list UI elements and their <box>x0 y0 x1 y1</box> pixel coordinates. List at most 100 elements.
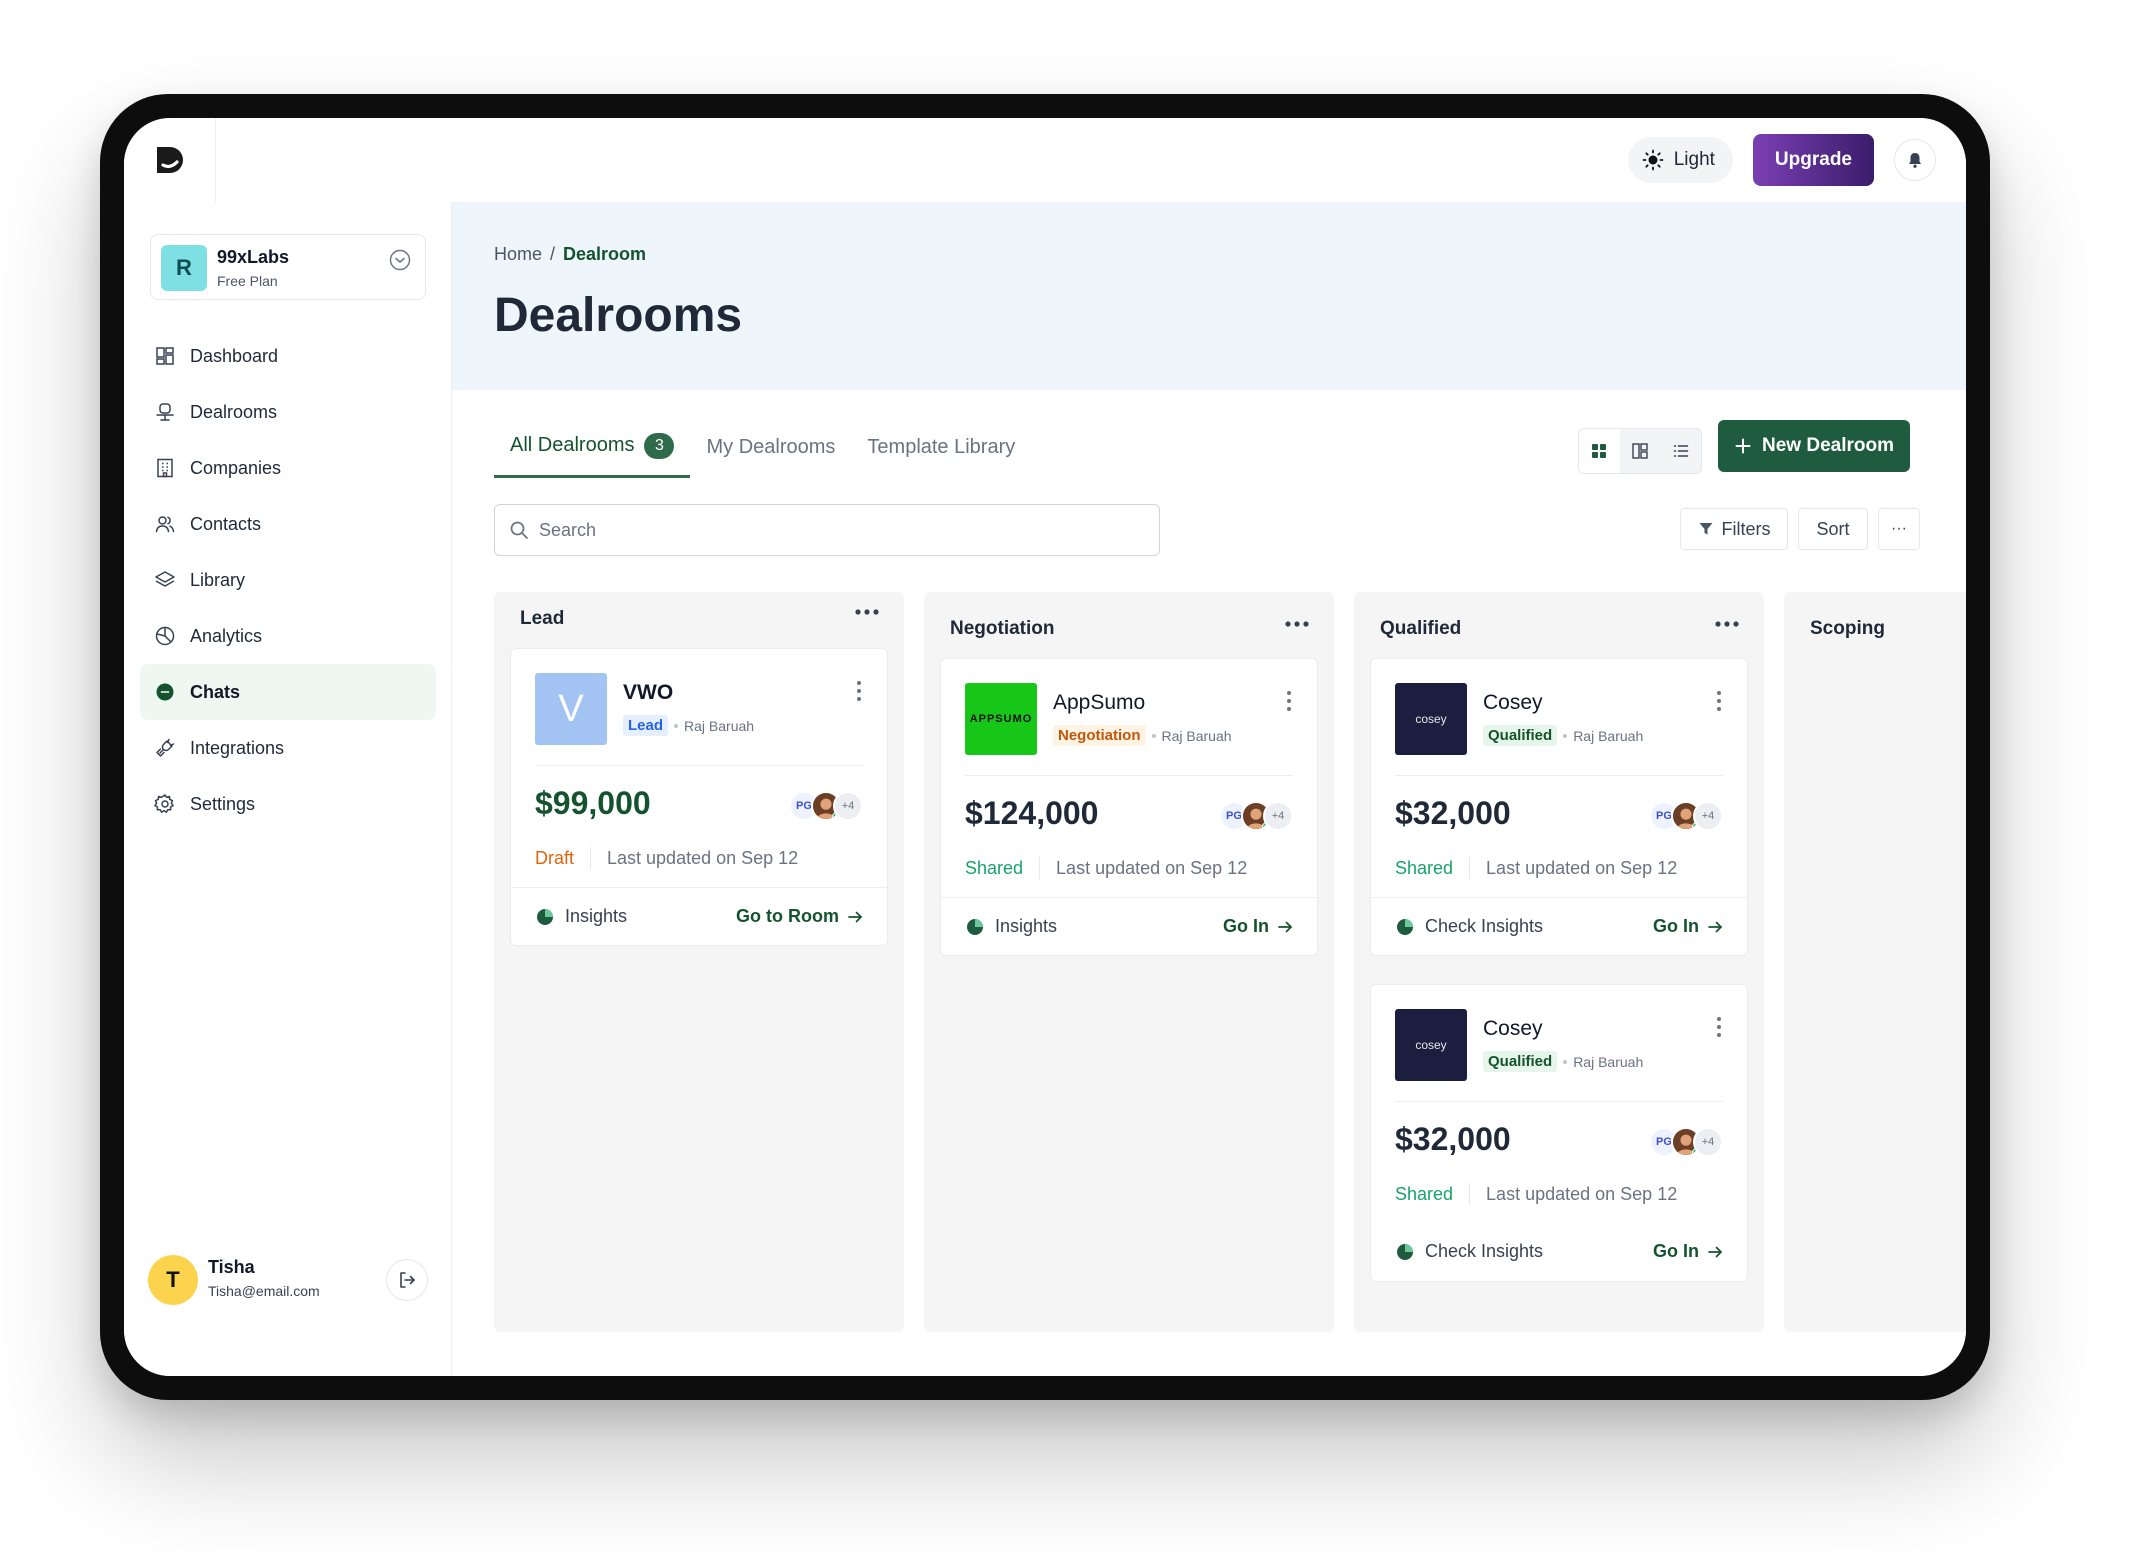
owner-name: Raj Baruah <box>684 717 755 734</box>
card-status: Shared Last updated on Sep 12 <box>965 857 1247 879</box>
company-logo: APPSUMO <box>965 683 1037 755</box>
insights-link[interactable]: Insights <box>535 906 627 927</box>
sidebar-item-dealrooms[interactable]: Dealrooms <box>140 384 436 440</box>
chat-icon <box>156 683 174 701</box>
notifications-button[interactable] <box>1894 139 1936 181</box>
logo-text: cosey <box>1415 1038 1447 1052</box>
card-divider <box>1395 775 1723 776</box>
company-logo: cosey <box>1395 683 1467 755</box>
go-in-link[interactable]: Go In <box>1653 1241 1723 1262</box>
breadcrumb-home[interactable]: Home <box>494 244 542 265</box>
meta-separator <box>1563 733 1568 738</box>
chevron-down-icon <box>389 249 411 271</box>
company-logo: cosey <box>1395 1009 1467 1081</box>
stage-badge: Qualified <box>1483 1051 1558 1072</box>
app-logo[interactable] <box>124 118 216 202</box>
new-dealroom-label: New Dealroom <box>1762 435 1894 456</box>
column-menu-icon[interactable] <box>1282 614 1312 634</box>
meta-separator <box>674 723 679 728</box>
sidebar-item-integrations[interactable]: Integrations <box>140 720 436 776</box>
owner-name: Raj Baruah <box>1573 1053 1644 1070</box>
filters-button[interactable]: Filters <box>1680 508 1788 550</box>
last-updated: Last updated on Sep 12 <box>1486 857 1678 878</box>
insights-link[interactable]: Check Insights <box>1395 1241 1543 1262</box>
go-in-link[interactable]: Go In <box>1653 916 1723 937</box>
dashboard-icon <box>156 347 174 365</box>
dealroom-card[interactable]: cosey Cosey Qualified Raj Baruah $32,000 <box>1370 984 1748 1282</box>
card-status: Draft Last updated on Sep 12 <box>535 847 798 869</box>
filter-icon <box>1699 523 1712 535</box>
kebab-menu-icon[interactable] <box>1285 689 1293 713</box>
member-avatars[interactable]: PG +4 <box>1649 1127 1723 1157</box>
org-switcher[interactable]: R 99xLabs Free Plan <box>150 234 426 300</box>
column-title: Scoping <box>1810 618 1885 639</box>
deal-value: $32,000 <box>1395 795 1511 831</box>
kebab-menu-icon[interactable] <box>855 679 863 703</box>
card-footer: Insights Go to Room <box>511 887 887 945</box>
new-dealroom-button[interactable]: New Dealroom <box>1718 420 1910 472</box>
insights-label: Check Insights <box>1425 1241 1544 1261</box>
logout-button[interactable] <box>386 1259 428 1301</box>
sidebar-item-contacts[interactable]: Contacts <box>140 496 436 552</box>
action-label: Go to Room <box>736 906 839 926</box>
sidebar-item-dashboard[interactable]: Dashboard <box>140 328 436 384</box>
sidebar-item-chats[interactable]: Chats <box>140 664 436 720</box>
card-footer: Insights Go In <box>941 897 1317 955</box>
sidebar-item-label: Contacts <box>190 513 262 534</box>
column-title: Qualified <box>1380 618 1462 639</box>
page-header: Home / Dealroom Dealrooms <box>452 202 1966 390</box>
status-separator <box>590 847 592 869</box>
go-in-link[interactable]: Go In <box>1223 916 1293 937</box>
search-bar[interactable] <box>494 504 1160 556</box>
column-menu-icon[interactable] <box>852 602 882 622</box>
org-plan: Free Plan <box>217 273 278 289</box>
arrow-right-icon <box>1708 1246 1722 1257</box>
sidebar-item-library[interactable]: Library <box>140 552 436 608</box>
column-title: Negotiation <box>950 618 1055 639</box>
org-name: 99xLabs <box>217 247 290 267</box>
tab-label: My Dealrooms <box>706 435 836 458</box>
dealroom-card[interactable]: APPSUMO AppSumo Negotiation Raj Baruah $… <box>940 658 1318 956</box>
more-options-button[interactable]: ··· <box>1878 508 1920 550</box>
owner-name: Raj Baruah <box>1573 727 1644 744</box>
member-avatars[interactable]: PG +4 <box>1649 801 1723 831</box>
deal-value: $99,000 <box>535 785 651 821</box>
search-input[interactable] <box>539 519 1139 541</box>
insights-link[interactable]: Insights <box>965 916 1057 937</box>
kebab-menu-icon[interactable] <box>1715 1015 1723 1039</box>
insights-label: Check Insights <box>1425 916 1544 936</box>
breadcrumb-separator: / <box>550 244 556 264</box>
stage-badge: Lead <box>623 715 669 736</box>
insights-icon <box>537 908 553 925</box>
sidebar-item-label: Integrations <box>190 737 285 758</box>
go-to-room-link[interactable]: Go to Room <box>736 906 863 927</box>
list-view-button[interactable] <box>1660 429 1701 473</box>
member-avatars[interactable]: PG +4 <box>789 791 863 821</box>
tab-template-library[interactable]: Template Library <box>851 416 1031 478</box>
tab-my-dealrooms[interactable]: My Dealrooms <box>690 416 851 478</box>
breadcrumb-current: Dealroom <box>563 244 647 264</box>
insights-link[interactable]: Check Insights <box>1395 916 1543 937</box>
sidebar-item-analytics[interactable]: Analytics <box>140 608 436 664</box>
column-menu-icon[interactable] <box>1712 614 1742 634</box>
tab-all-dealrooms[interactable]: All Dealrooms 3 <box>494 416 691 478</box>
column-negotiation: Negotiation APPSUMO AppSumo Negotiation … <box>924 592 1334 1332</box>
sidebar-item-companies[interactable]: Companies <box>140 440 436 496</box>
meta-separator <box>1563 1059 1568 1064</box>
grid-view-button[interactable] <box>1579 429 1620 473</box>
tab-label: Template Library <box>867 435 1016 458</box>
card-meta: Qualified Raj Baruah <box>1483 725 1643 746</box>
last-updated: Last updated on Sep 12 <box>1056 857 1248 878</box>
upgrade-button[interactable]: Upgrade <box>1752 134 1874 186</box>
theme-toggle[interactable]: Light <box>1627 137 1733 183</box>
user-profile[interactable]: T Tisha Tisha@email.com <box>148 1253 428 1309</box>
dealroom-card[interactable]: cosey Cosey Qualified Raj Baruah $32,000 <box>1370 658 1748 956</box>
sidebar-item-settings[interactable]: Settings <box>140 776 436 832</box>
kebab-menu-icon[interactable] <box>1715 689 1723 713</box>
building-icon <box>157 458 173 478</box>
sort-button[interactable]: Sort <box>1798 508 1868 550</box>
theme-label: Light <box>1673 149 1715 170</box>
dealroom-card[interactable]: V VWO Lead Raj Baruah $99,000 PG +4 Draf… <box>510 648 888 946</box>
board-view-button[interactable] <box>1620 429 1661 473</box>
member-avatars[interactable]: PG +4 <box>1219 801 1293 831</box>
